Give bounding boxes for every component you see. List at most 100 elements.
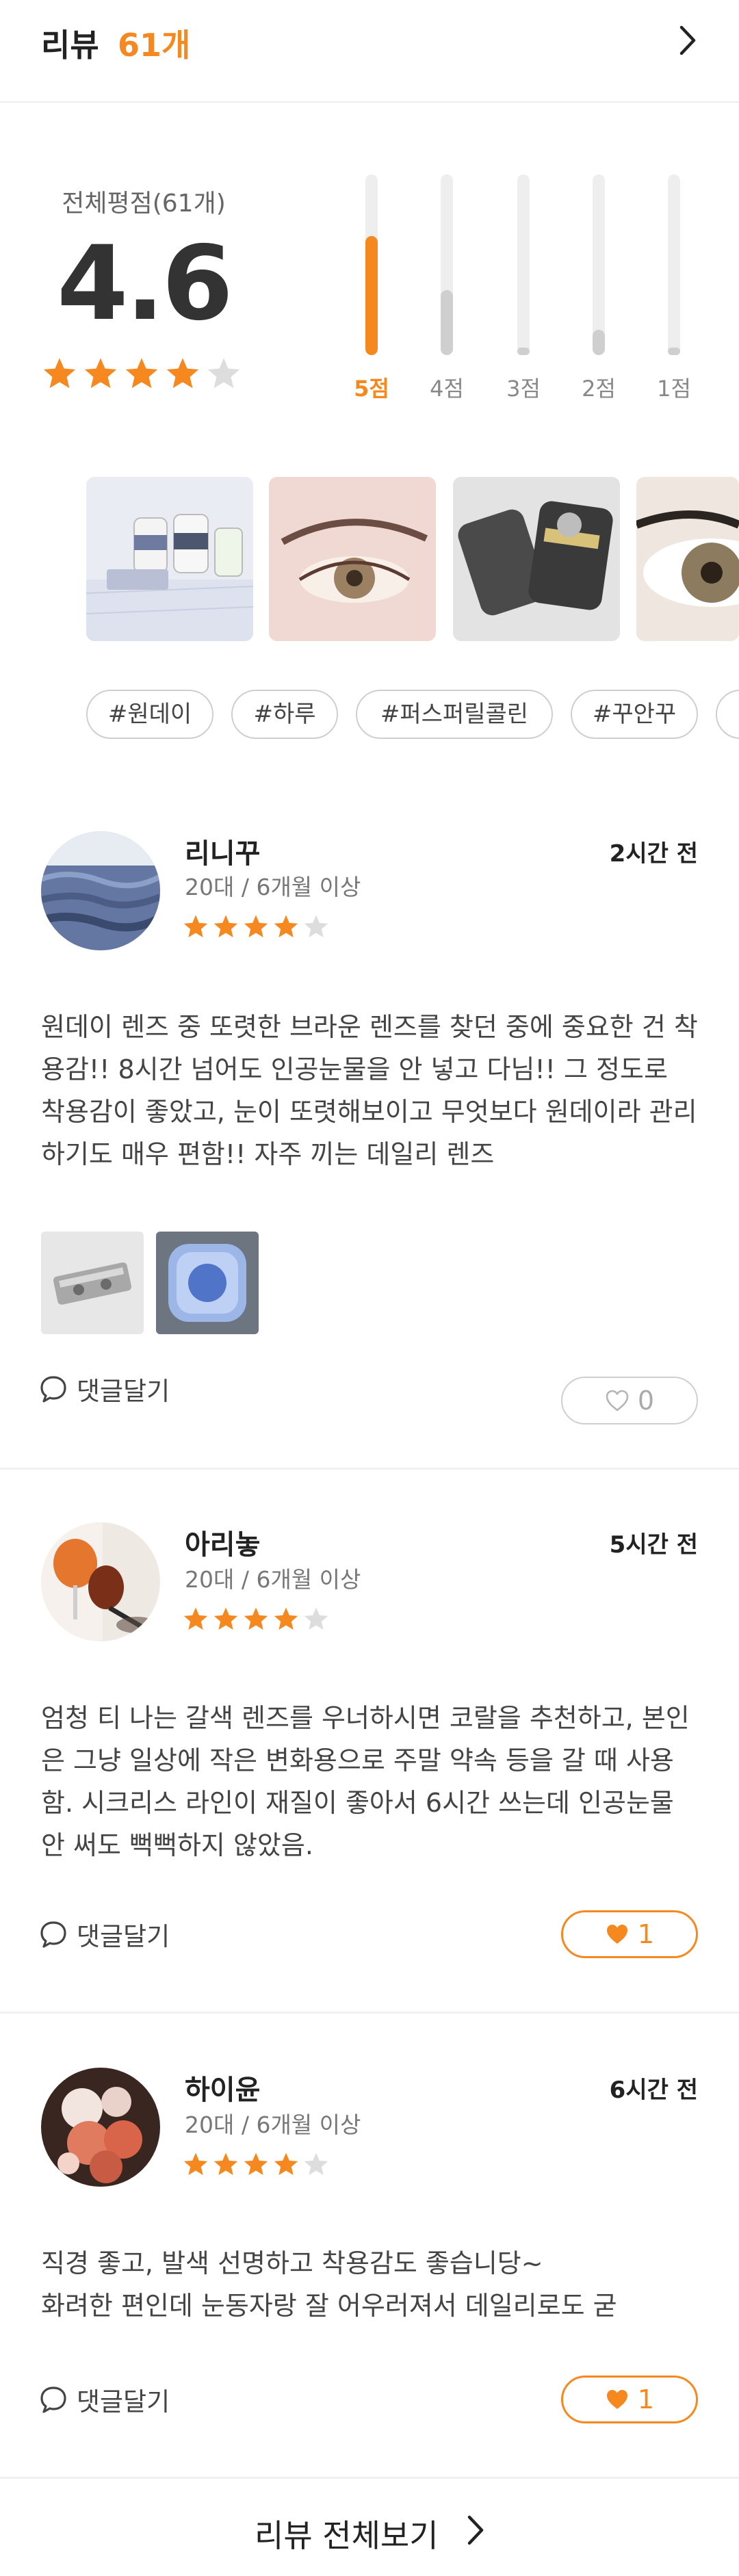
like-count: 0 [637, 1385, 655, 1416]
review-divider [0, 1468, 739, 1470]
heart-icon [606, 1390, 629, 1411]
star-filled-icon [244, 1607, 268, 1630]
rating-bar-fill [517, 348, 530, 355]
review-time: 6시간 전 [609, 2077, 698, 2104]
photo-thumbnail[interactable] [269, 477, 436, 641]
review-divider [0, 2012, 739, 2014]
rating-bar-fill [668, 348, 680, 355]
avatar[interactable] [41, 2068, 160, 2187]
comment-button[interactable]: 댓글달기 [38, 2379, 170, 2420]
avatar[interactable] [41, 831, 160, 950]
speech-bubble-icon [40, 1921, 66, 1948]
comment-label: 댓글달기 [77, 2387, 170, 2417]
comment-button[interactable]: 댓글달기 [38, 1914, 170, 1955]
star-filled-icon [125, 358, 158, 389]
tag-chip[interactable]: #꾸안꾸 [571, 690, 698, 739]
like-button[interactable]: 1 [561, 1910, 698, 1958]
speech-bubble-icon [40, 1376, 66, 1403]
heart-filled-icon [606, 2390, 627, 2409]
view-all-reviews-label: 리뷰 전체보기 [255, 2517, 439, 2554]
star-filled-icon [213, 915, 238, 937]
chevron-right-icon[interactable] [671, 23, 705, 57]
photo-thumbnail[interactable] [86, 477, 253, 641]
star-filled-icon [274, 915, 298, 937]
review-header[interactable]: 리뷰 61개 [0, 0, 739, 103]
rating-bar-label: 1점 [657, 376, 691, 402]
rating-bar-3: 3점 [503, 174, 544, 407]
star-empty-icon [304, 1607, 328, 1630]
comment-label: 댓글달기 [77, 1377, 170, 1406]
star-filled-icon [244, 2152, 268, 2175]
star-filled-icon [84, 358, 117, 389]
review-photo[interactable] [156, 1232, 259, 1334]
reviewer-meta: 20대 / 6개월 이상 [185, 1566, 361, 1593]
star-empty-icon [207, 358, 240, 389]
star-filled-icon [43, 358, 76, 389]
rating-bar-track [441, 174, 453, 355]
rating-bar-fill [365, 235, 378, 355]
like-count: 1 [637, 1919, 655, 1949]
rating-bar-4: 4점 [426, 174, 467, 407]
rating-bar-1: 1점 [653, 174, 695, 407]
tag-chip[interactable] [716, 690, 739, 739]
rating-bar-track [517, 174, 530, 355]
reviewer-name: 리니꾸 [185, 838, 261, 870]
rating-bar-fill [441, 289, 453, 355]
like-count: 1 [637, 2384, 655, 2415]
rating-bar-fill [593, 330, 605, 355]
rating-bar-label: 5점 [354, 376, 389, 402]
star-empty-icon [304, 915, 328, 937]
tag-chip[interactable]: #퍼스퍼릴콜린 [356, 690, 553, 739]
like-button[interactable]: 1 [561, 2376, 698, 2423]
review-photo[interactable] [41, 1232, 144, 1334]
avatar[interactable] [41, 1522, 160, 1641]
tag-chip[interactable]: #원데이 [86, 690, 213, 739]
star-filled-icon [274, 1607, 298, 1630]
rating-bar-label: 2점 [582, 376, 616, 402]
rating-bar-label: 3점 [506, 376, 541, 402]
reviewer-name: 하이윤 [185, 2074, 261, 2106]
star-filled-icon [166, 358, 199, 389]
average-rating-stars [41, 356, 246, 397]
star-filled-icon [183, 2152, 208, 2175]
reviewer-stars [182, 913, 333, 944]
review-time: 5시간 전 [609, 1531, 698, 1559]
review-page: 리뷰 61개 전체평점(61개) 4.6 5점 4점 3점 2점 1점 #원데이… [0, 0, 739, 2576]
rating-bar-track [593, 174, 605, 355]
star-filled-icon [183, 1607, 208, 1630]
rating-bar-track [365, 174, 378, 355]
speech-bubble-icon [40, 2386, 66, 2413]
reviewer-name: 아리놓 [185, 1529, 261, 1561]
reviewer-meta: 20대 / 6개월 이상 [185, 874, 361, 900]
star-filled-icon [274, 2152, 298, 2175]
rating-bar-2: 2점 [578, 174, 619, 407]
review-body: 엄청 티 나는 갈색 렌즈를 우너하시면 코랄을 추천하고, 본인은 그냥 일상… [41, 1703, 690, 1860]
rating-bar-5: 5점 [351, 174, 392, 407]
like-button[interactable]: 0 [561, 1377, 698, 1424]
star-filled-icon [183, 915, 208, 937]
comment-label: 댓글달기 [77, 1922, 170, 1951]
heart-filled-icon [606, 1925, 627, 1944]
review-time: 2시간 전 [609, 840, 698, 868]
header-title: 리뷰 [41, 27, 99, 64]
reviewer-stars [182, 1606, 333, 1636]
reviewer-meta: 20대 / 6개월 이상 [185, 2111, 361, 2138]
rating-bar-label: 4점 [430, 376, 464, 402]
average-rating-score: 4.6 [57, 224, 233, 343]
view-all-reviews-button[interactable]: 리뷰 전체보기 [0, 2477, 739, 2576]
star-filled-icon [213, 1607, 238, 1630]
photo-thumbnail[interactable] [636, 477, 739, 641]
rating-bar-track [668, 174, 680, 355]
star-filled-icon [244, 915, 268, 937]
star-filled-icon [213, 2152, 238, 2175]
review-body: 직경 좋고, 발색 선명하고 착용감도 좋습니당~ 화려한 편인데 눈동자랑 잘… [41, 2248, 617, 2321]
photo-thumbnail[interactable] [453, 477, 620, 641]
star-empty-icon [304, 2152, 328, 2175]
chevron-right-icon [467, 2515, 484, 2545]
review-body: 원데이 렌즈 중 또렷한 브라운 렌즈를 찾던 중에 중요한 건 착용감!! 8… [41, 1012, 698, 1169]
reviewer-stars [182, 2151, 333, 2181]
header-review-count: 61개 [118, 27, 191, 64]
comment-button[interactable]: 댓글달기 [38, 1368, 170, 1409]
average-rating-label: 전체평점(61개) [62, 190, 226, 218]
tag-chip[interactable]: #하루 [231, 690, 338, 739]
